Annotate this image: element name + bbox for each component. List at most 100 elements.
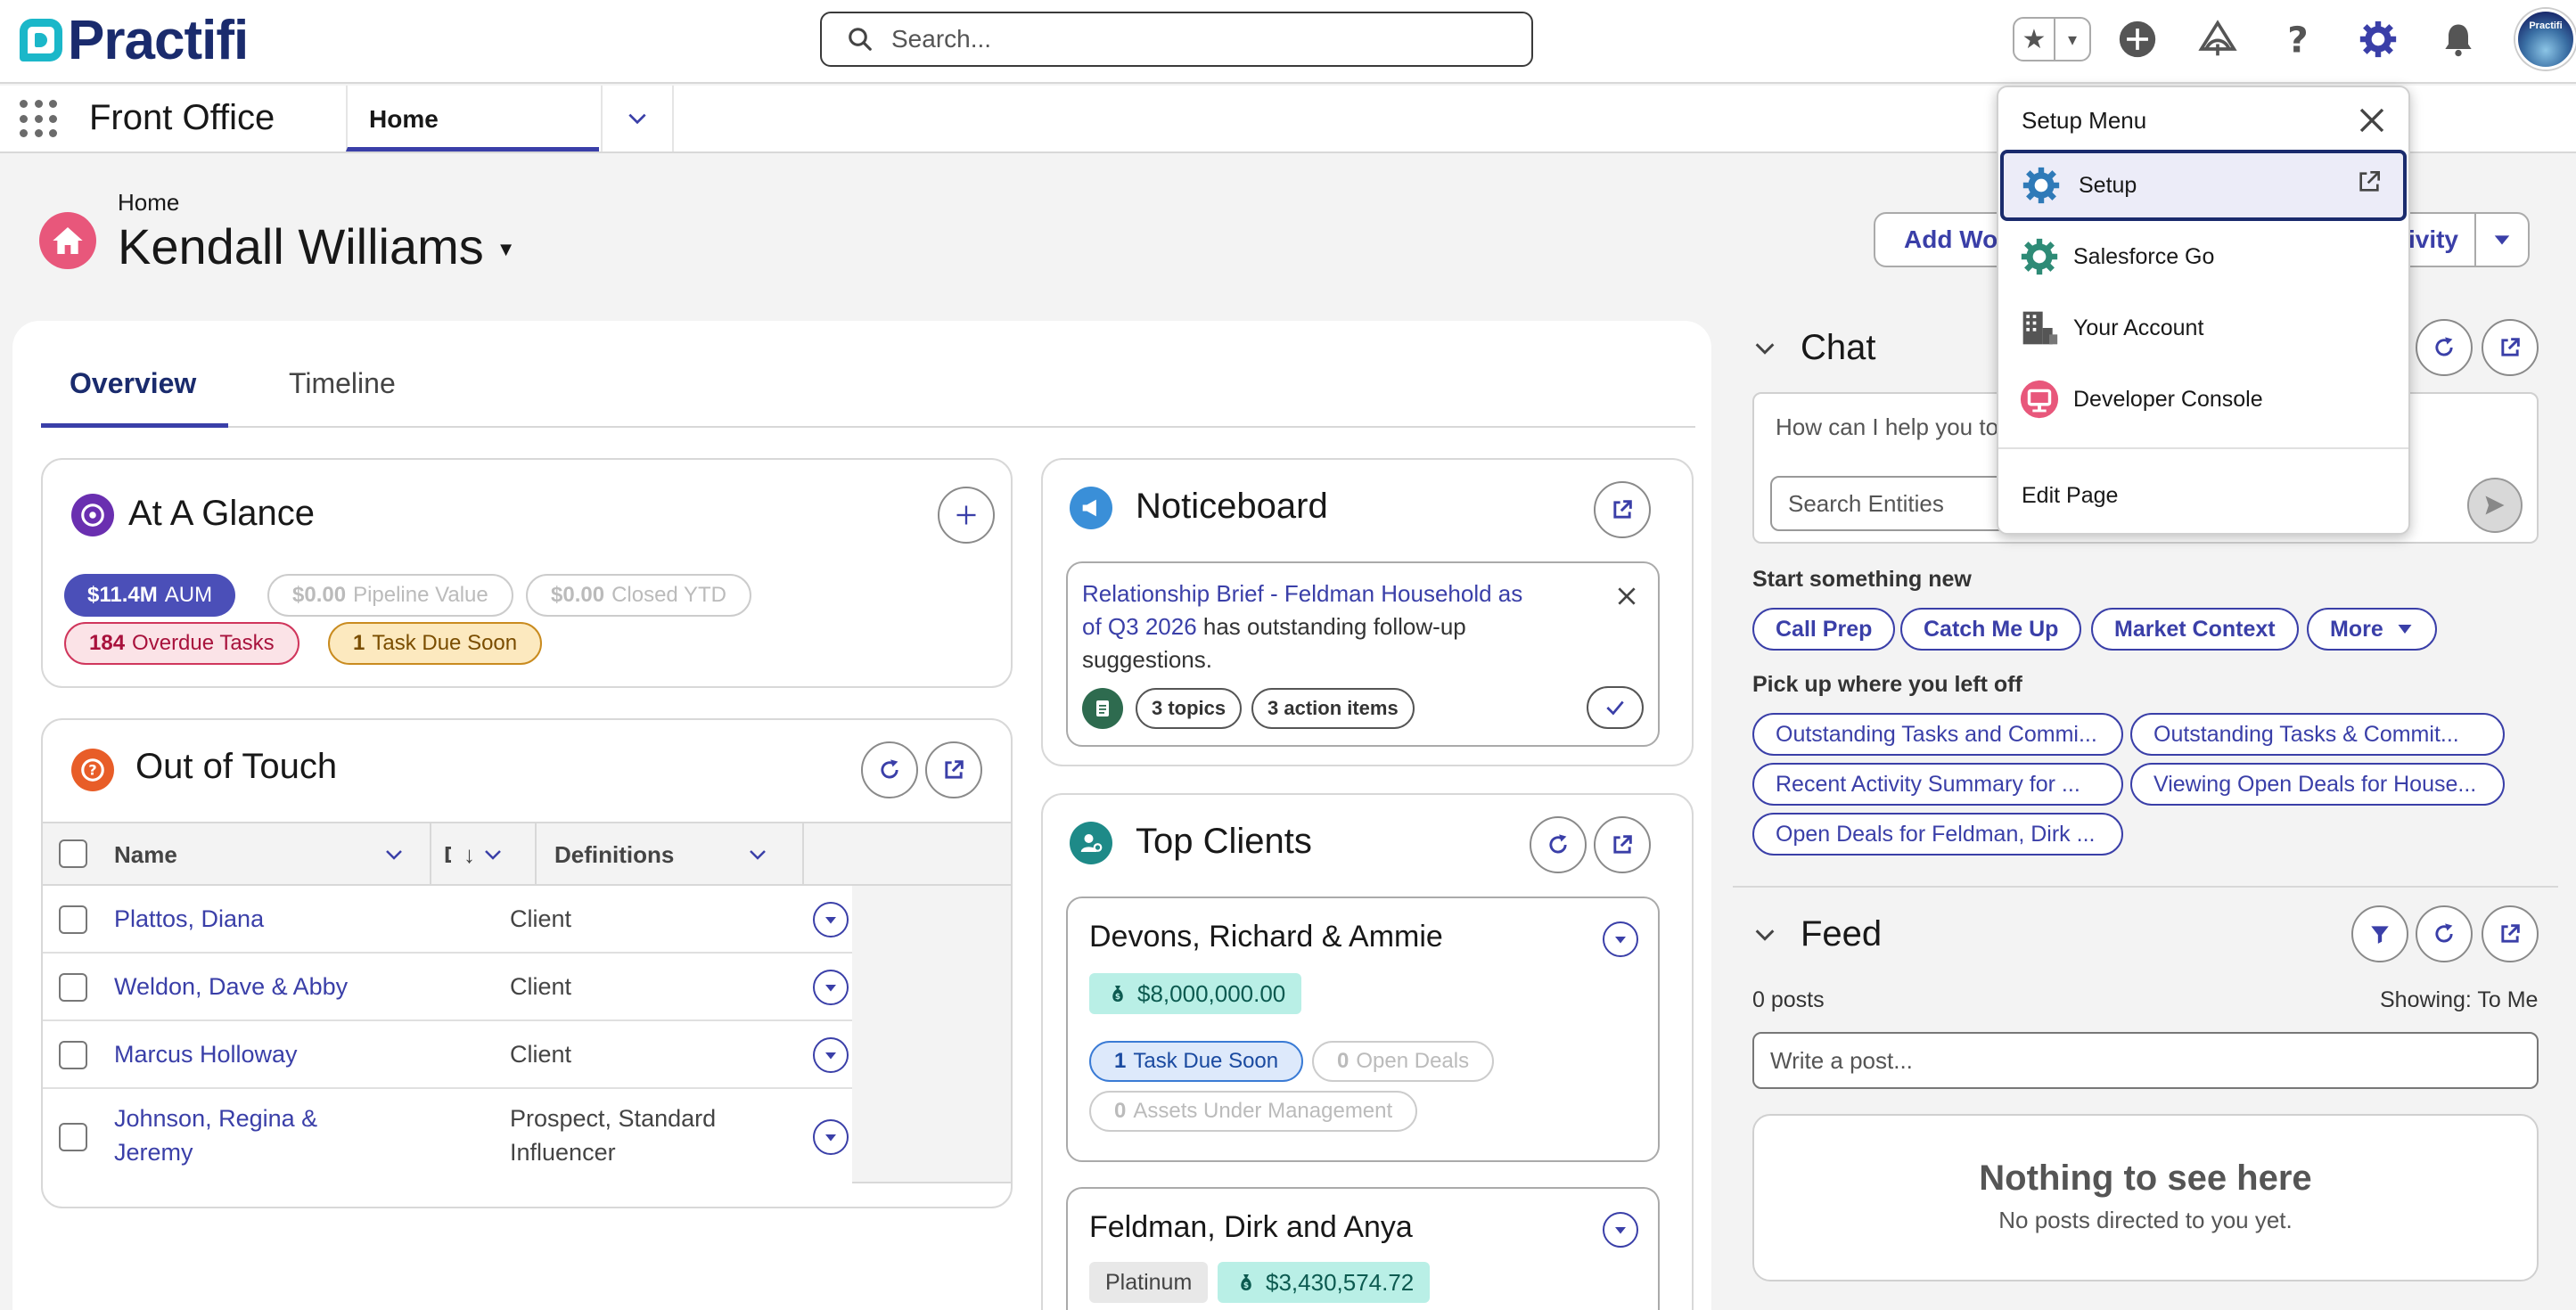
notice-card[interactable]: Relationship Brief - Feldman Household a… [1066, 561, 1660, 747]
setup-gear-icon[interactable] [2357, 18, 2400, 61]
table-row[interactable]: Weldon, Dave & Abby Client [43, 954, 852, 1021]
client-name-link[interactable]: Johnson, Regina & Jeremy [114, 1101, 317, 1169]
chevron-down-icon[interactable] [1752, 336, 1777, 361]
page-title[interactable]: Kendall Williams ▼ [118, 217, 516, 275]
open-external-button[interactable] [1594, 816, 1651, 873]
chevron-down-icon[interactable] [482, 844, 504, 865]
overdue-tasks-badge[interactable]: 184 Overdue Tasks [64, 622, 299, 665]
trailhead-icon[interactable] [2196, 18, 2239, 61]
resume-chip[interactable]: Outstanding Tasks & Commit... [2130, 713, 2505, 756]
chat-refresh-button[interactable] [2416, 319, 2473, 376]
pipeline-value-badge[interactable]: $0.00 Pipeline Value [267, 574, 513, 617]
row-action-chevron-icon[interactable] [813, 1119, 849, 1155]
more-chip[interactable]: More [2307, 608, 2437, 651]
client-aum-value: $8,000,000.00 [1137, 979, 1286, 1007]
close-icon[interactable] [2351, 100, 2392, 141]
chevron-down-icon[interactable] [383, 844, 405, 865]
send-button[interactable] [2467, 478, 2523, 533]
column-header-date[interactable]: D ↓ [431, 823, 537, 886]
market-context-chip[interactable]: Market Context [2091, 608, 2299, 651]
client-card[interactable]: Feldman, Dirk and Anya Platinum $ $3,430… [1066, 1187, 1660, 1310]
chevron-down-icon[interactable] [747, 844, 768, 865]
feed-external-button[interactable] [2482, 905, 2539, 962]
client-name-link[interactable]: Marcus Holloway [114, 1037, 298, 1071]
sort-arrow-icon[interactable]: ↓ [464, 841, 475, 869]
user-avatar[interactable]: Practifi [2515, 9, 2576, 70]
open-external-button[interactable] [1594, 481, 1651, 538]
resume-chip[interactable]: Open Deals for Feldman, Dirk ... [1752, 813, 2123, 856]
row-checkbox[interactable] [59, 905, 87, 934]
table-row[interactable]: Marcus Holloway Client [43, 1021, 852, 1089]
write-post-input[interactable]: Write a post... [1752, 1032, 2539, 1089]
acknowledge-check-button[interactable] [1587, 686, 1644, 729]
resume-chip[interactable]: Outstanding Tasks and Commi... [1752, 713, 2123, 756]
row-checkbox[interactable] [59, 1123, 87, 1151]
actions-dropdown-button[interactable] [2474, 212, 2530, 267]
aum-badge[interactable]: $11.4M AUM [64, 574, 236, 617]
notifications-bell-icon[interactable] [2437, 18, 2480, 61]
notice-link[interactable]: Relationship Brief - Feldman Household a… [1082, 577, 1581, 610]
feed-refresh-button[interactable] [2416, 905, 2473, 962]
row-action-chevron-icon[interactable] [813, 1037, 849, 1073]
nav-tab-home[interactable]: Home [346, 86, 599, 151]
edit-page-item[interactable]: Edit Page [2022, 483, 2118, 509]
column-header-name[interactable]: Name [96, 823, 431, 886]
title-dropdown-icon[interactable]: ▼ [496, 238, 516, 261]
refresh-button[interactable] [1530, 816, 1587, 873]
topics-chip[interactable]: 3 topics [1136, 688, 1243, 729]
setup-menu-item-your-account[interactable]: Your Account [1998, 292, 2408, 364]
favorites-group[interactable]: ★ ▾ [2013, 17, 2091, 61]
resume-chip[interactable]: Recent Activity Summary for ... [1752, 763, 2123, 806]
call-prep-chip[interactable]: Call Prep [1752, 608, 1896, 651]
feed-filter-button[interactable] [2351, 905, 2408, 962]
chat-section-header[interactable]: Chat [1752, 328, 1876, 368]
nav-more-chevron-icon[interactable] [601, 86, 674, 151]
add-icon[interactable] [2116, 18, 2159, 61]
row-action-chevron-icon[interactable] [813, 970, 849, 1005]
client-name[interactable]: Devons, Richard & Ammie [1089, 920, 1443, 954]
feed-showing-filter[interactable]: Showing: To Me [2380, 987, 2538, 1013]
dismiss-close-icon[interactable] [1612, 581, 1642, 611]
chevron-down-icon[interactable] [1752, 922, 1777, 947]
star-icon[interactable]: ★ [2014, 19, 2054, 60]
notice-link-cont[interactable]: of Q3 2026 [1082, 613, 1197, 640]
row-checkbox[interactable] [59, 973, 87, 1002]
closed-ytd-badge[interactable]: $0.00 Closed YTD [526, 574, 752, 617]
badge-label: Assets Under Management [1133, 1099, 1393, 1123]
add-glance-button[interactable] [938, 487, 995, 544]
client-assets-badge[interactable]: 0 Assets Under Management [1089, 1091, 1418, 1132]
select-all-checkbox[interactable] [59, 839, 87, 868]
open-external-button[interactable] [925, 741, 982, 798]
row-checkbox[interactable] [59, 1041, 87, 1069]
app-launcher-icon[interactable] [20, 100, 59, 139]
client-task-badge[interactable]: 1 Task Due Soon [1089, 1041, 1304, 1082]
column-header-definitions[interactable]: Definitions [537, 823, 804, 886]
client-name-link[interactable]: Weldon, Dave & Abby [114, 970, 348, 1003]
resume-chip[interactable]: Viewing Open Deals for House... [2130, 763, 2505, 806]
setup-menu-item-salesforce-go[interactable]: Salesforce Go [1998, 221, 2408, 292]
client-menu-chevron-icon[interactable] [1603, 1212, 1638, 1248]
client-name-link[interactable]: Plattos, Diana [114, 902, 264, 936]
tab-overview[interactable]: Overview [41, 342, 228, 428]
global-search-input[interactable]: Search... [820, 12, 1533, 67]
tab-timeline[interactable]: Timeline [260, 342, 439, 428]
client-menu-chevron-icon[interactable] [1603, 921, 1638, 957]
client-card[interactable]: Devons, Richard & Ammie $ $8,000,000.00 … [1066, 897, 1660, 1162]
action-items-chip[interactable]: 3 action items [1251, 688, 1415, 729]
setup-menu-item-setup[interactable]: Setup [2000, 150, 2407, 221]
help-icon[interactable]: ? [2277, 18, 2319, 61]
client-deals-badge[interactable]: 0 Open Deals [1312, 1041, 1495, 1082]
catch-me-up-chip[interactable]: Catch Me Up [1900, 608, 2082, 651]
task-due-soon-badge[interactable]: 1 Task Due Soon [328, 622, 543, 665]
chat-external-button[interactable] [2482, 319, 2539, 376]
notice-body: has outstanding follow-up [1196, 613, 1466, 640]
row-action-chevron-icon[interactable] [813, 902, 849, 937]
table-row[interactable]: Johnson, Regina & Jeremy Prospect, Stand… [43, 1089, 852, 1183]
feed-section-header[interactable]: Feed [1752, 914, 1882, 954]
favorites-dropdown-icon[interactable]: ▾ [2054, 19, 2089, 60]
table-row[interactable]: Plattos, Diana Client [43, 886, 852, 954]
client-name[interactable]: Feldman, Dirk and Anya [1089, 1210, 1413, 1245]
refresh-button[interactable] [861, 741, 918, 798]
practifi-logo[interactable]: Practifi [20, 9, 249, 71]
setup-menu-item-developer-console[interactable]: Developer Console [1998, 364, 2408, 435]
